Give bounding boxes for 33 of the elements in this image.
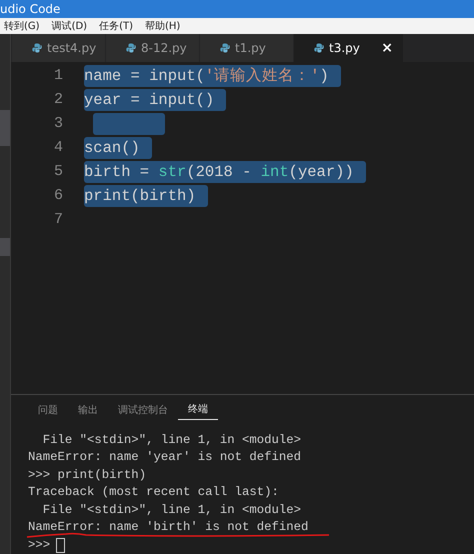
editor-tab[interactable]: 8-12.py bbox=[106, 34, 200, 62]
menu-item[interactable]: 帮助(H) bbox=[145, 19, 180, 33]
panel-tab[interactable]: 终端 bbox=[178, 399, 218, 420]
line-number: 4 bbox=[52, 139, 64, 156]
panel-tab[interactable]: 问题 bbox=[28, 400, 68, 420]
terminal-line: NameError: name 'year' is not defined bbox=[28, 449, 302, 466]
line-number: 2 bbox=[52, 91, 64, 108]
line-number: 1 bbox=[52, 67, 64, 84]
line-number: 7 bbox=[52, 211, 64, 228]
menu-item[interactable]: 转到(G) bbox=[4, 19, 40, 33]
panel-tab[interactable]: 调试控制台 bbox=[108, 400, 178, 420]
close-icon[interactable]: × bbox=[381, 40, 393, 56]
python-file-icon bbox=[126, 42, 136, 53]
python-file-icon bbox=[220, 42, 230, 53]
terminal-line: NameError: name 'birth' is not defined bbox=[28, 519, 308, 536]
window-title: udio Code bbox=[0, 2, 60, 16]
terminal-line: >>> print(birth) bbox=[28, 466, 146, 484]
python-file-icon bbox=[314, 42, 324, 53]
line-number: 3 bbox=[52, 115, 64, 132]
terminal-prompt: >>> bbox=[28, 536, 50, 554]
editor-tab[interactable]: t3.py × bbox=[294, 34, 404, 62]
terminal-line: File "<stdin>", line 1, in <module> bbox=[42, 502, 302, 518]
menu-item[interactable]: 调试(D) bbox=[52, 19, 88, 33]
line-number: 5 bbox=[52, 163, 64, 180]
terminal-cursor bbox=[56, 538, 66, 553]
terminal-line: File "<stdin>", line 1, in <module> bbox=[42, 432, 302, 448]
terminal-line: Traceback (most recent call last): bbox=[28, 484, 279, 501]
editor-tab[interactable]: test4.py bbox=[12, 34, 106, 62]
line-number: 6 bbox=[52, 187, 64, 204]
panel-tab[interactable]: 输出 bbox=[68, 400, 108, 420]
menu-item[interactable]: 任务(T) bbox=[99, 19, 133, 33]
python-file-icon bbox=[32, 42, 42, 53]
editor-tab[interactable]: t1.py bbox=[200, 34, 294, 62]
